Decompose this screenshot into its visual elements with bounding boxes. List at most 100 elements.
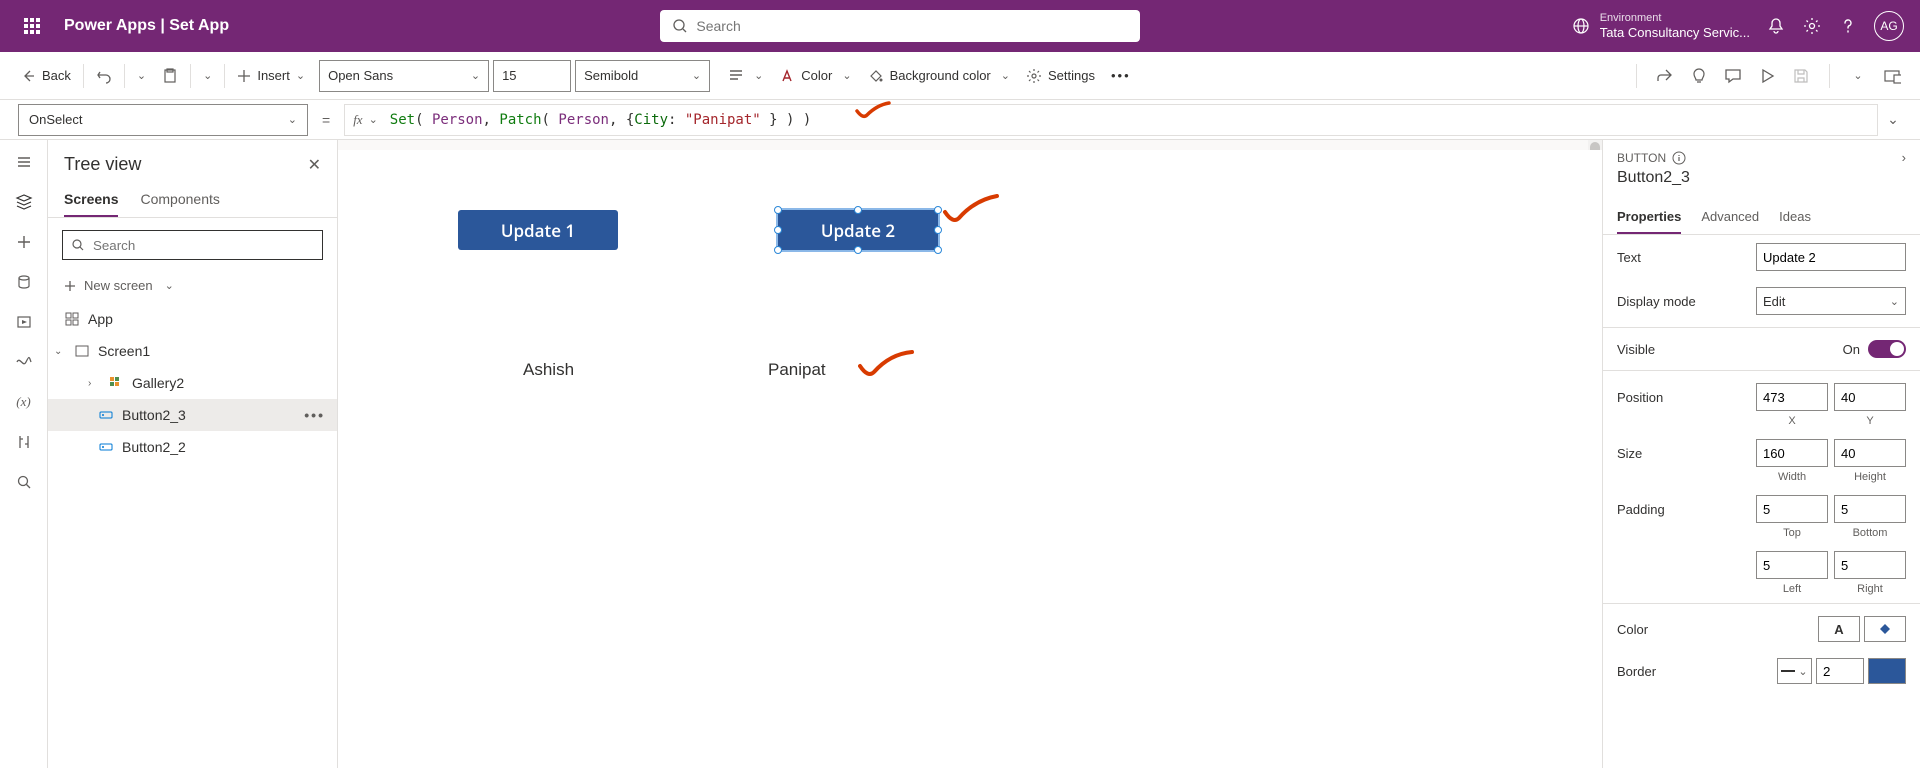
prop-padbottom-label: Bottom xyxy=(1834,527,1906,539)
rail-tools-icon[interactable] xyxy=(14,432,34,452)
close-tree-icon[interactable]: ✕ xyxy=(308,155,321,175)
props-component-name: Button2_3 xyxy=(1617,169,1906,187)
prop-visible-state: On xyxy=(1843,342,1860,357)
canvas-text-ashish: Ashish xyxy=(523,360,574,380)
paste-dropdown[interactable]: ⌄ xyxy=(195,60,220,92)
save-dropdown[interactable]: ⌄ xyxy=(1848,66,1868,86)
share-icon[interactable] xyxy=(1655,66,1675,86)
settings-icon[interactable] xyxy=(1802,16,1822,36)
font-weight-select[interactable]: Semibold⌄ xyxy=(575,60,710,92)
tree-node-button23[interactable]: Button2_3 ••• xyxy=(48,399,337,431)
rail-data-icon[interactable] xyxy=(14,272,34,292)
search-icon xyxy=(672,18,688,34)
environment-picker[interactable]: Environment Tata Consultancy Servic... xyxy=(1572,12,1750,41)
prop-padtop-input[interactable] xyxy=(1756,495,1828,523)
rail-insert-icon[interactable] xyxy=(14,232,34,252)
tab-properties[interactable]: Properties xyxy=(1617,201,1681,234)
canvas-button-update1[interactable]: Update 1 xyxy=(458,210,618,250)
prop-y-input[interactable] xyxy=(1834,383,1906,411)
back-button[interactable]: Back xyxy=(12,60,79,92)
notifications-icon[interactable] xyxy=(1766,16,1786,36)
publish-icon[interactable] xyxy=(1882,66,1902,86)
tree-node-screen1[interactable]: ⌄ Screen1 xyxy=(48,335,337,367)
expand-formula-icon[interactable]: ⌄ xyxy=(1878,111,1908,128)
prop-padright-input[interactable] xyxy=(1834,551,1906,579)
undo-dropdown[interactable]: ⌄ xyxy=(129,60,154,92)
prop-text-input[interactable] xyxy=(1756,243,1906,271)
new-screen-button[interactable]: New screen ⌄ xyxy=(48,272,337,299)
prop-x-input[interactable] xyxy=(1756,383,1828,411)
play-icon[interactable] xyxy=(1757,66,1777,86)
prop-height-input[interactable] xyxy=(1834,439,1906,467)
canvas-button-update2[interactable]: Update 2 xyxy=(778,210,938,250)
comments-icon[interactable] xyxy=(1723,66,1743,86)
bg-color-button[interactable]: Background color ⌄ xyxy=(860,60,1018,92)
tree-node-gallery2[interactable]: › Gallery2 xyxy=(48,367,337,399)
rail-tree-icon[interactable] xyxy=(14,192,34,212)
app-launcher[interactable] xyxy=(8,2,56,50)
prop-border-color-swatch[interactable] xyxy=(1868,658,1906,684)
paste-button[interactable] xyxy=(154,60,186,92)
tab-screens[interactable]: Screens xyxy=(64,183,118,217)
tab-components[interactable]: Components xyxy=(140,183,219,217)
caret-icon[interactable]: ⌄ xyxy=(54,346,66,357)
rail-media-icon[interactable] xyxy=(14,312,34,332)
rail-flow-icon[interactable] xyxy=(14,352,34,372)
tab-advanced[interactable]: Advanced xyxy=(1701,201,1759,234)
text-color-button[interactable]: Color ⌄ xyxy=(771,60,859,92)
prop-fill-color-swatch[interactable] xyxy=(1864,616,1906,642)
font-family-select[interactable]: Open Sans⌄ xyxy=(319,60,489,92)
back-label: Back xyxy=(42,68,71,83)
caret-icon[interactable]: › xyxy=(88,378,100,389)
settings-label: Settings xyxy=(1048,68,1095,83)
tree-node-label: App xyxy=(88,311,113,327)
expand-props-icon[interactable]: › xyxy=(1902,150,1906,165)
rail-hamburger-icon[interactable] xyxy=(14,152,34,172)
gallery-icon xyxy=(108,375,124,391)
checkmark-annotation xyxy=(855,101,891,123)
insert-button[interactable]: Insert ⌄ xyxy=(229,60,313,92)
tree-title: Tree view xyxy=(64,154,141,175)
more-icon[interactable]: ••• xyxy=(304,407,325,423)
undo-button[interactable] xyxy=(88,60,120,92)
tree-node-button22[interactable]: Button2_2 xyxy=(48,431,337,463)
prop-padleft-input[interactable] xyxy=(1756,551,1828,579)
rail-search-icon[interactable] xyxy=(14,472,34,492)
tree-search-input[interactable] xyxy=(93,238,314,253)
prop-visible-toggle[interactable] xyxy=(1868,340,1906,358)
prop-x-label: X xyxy=(1756,415,1828,427)
help-icon[interactable] xyxy=(1838,16,1858,36)
formula-input[interactable]: fx ⌄ Set( Person, Patch( Person, {City: … xyxy=(344,104,1878,136)
checker-icon[interactable] xyxy=(1689,66,1709,86)
canvas[interactable]: Update 1 Update 2 Ashish Panipat xyxy=(338,150,1602,768)
settings-button[interactable]: Settings xyxy=(1018,60,1103,92)
fill-icon xyxy=(868,68,884,84)
user-avatar[interactable]: AG xyxy=(1874,11,1904,41)
prop-border-width-input[interactable] xyxy=(1816,658,1864,684)
prop-padbottom-input[interactable] xyxy=(1834,495,1906,523)
prop-visible-label: Visible xyxy=(1617,342,1835,357)
tab-ideas[interactable]: Ideas xyxy=(1779,201,1811,234)
tree-node-app[interactable]: App xyxy=(48,303,337,335)
search-input[interactable] xyxy=(696,18,1128,34)
prop-displaymode-select[interactable]: Edit⌄ xyxy=(1756,287,1906,315)
environment-label: Environment xyxy=(1600,12,1750,25)
equals-sign: = xyxy=(322,112,330,128)
property-select[interactable]: OnSelect ⌄ xyxy=(18,104,308,136)
prop-width-input[interactable] xyxy=(1756,439,1828,467)
save-icon[interactable] xyxy=(1791,66,1811,86)
button-icon xyxy=(98,407,114,423)
plus-icon xyxy=(237,69,251,83)
tree-search[interactable] xyxy=(62,230,323,260)
info-icon[interactable] xyxy=(1672,151,1686,165)
prop-text-color-swatch[interactable]: A xyxy=(1818,616,1860,642)
more-button[interactable]: ••• xyxy=(1103,60,1139,92)
bgcolor-label: Background color xyxy=(890,68,991,83)
font-size-value: 15 xyxy=(502,68,516,83)
prop-border-style[interactable]: ⌄ xyxy=(1777,658,1812,684)
align-button[interactable]: ⌄ xyxy=(720,60,771,92)
global-search[interactable] xyxy=(660,10,1140,42)
rail-variables-icon[interactable]: (x) xyxy=(14,392,34,412)
font-size-select[interactable]: 15 xyxy=(493,60,571,92)
plus-icon xyxy=(64,280,76,292)
